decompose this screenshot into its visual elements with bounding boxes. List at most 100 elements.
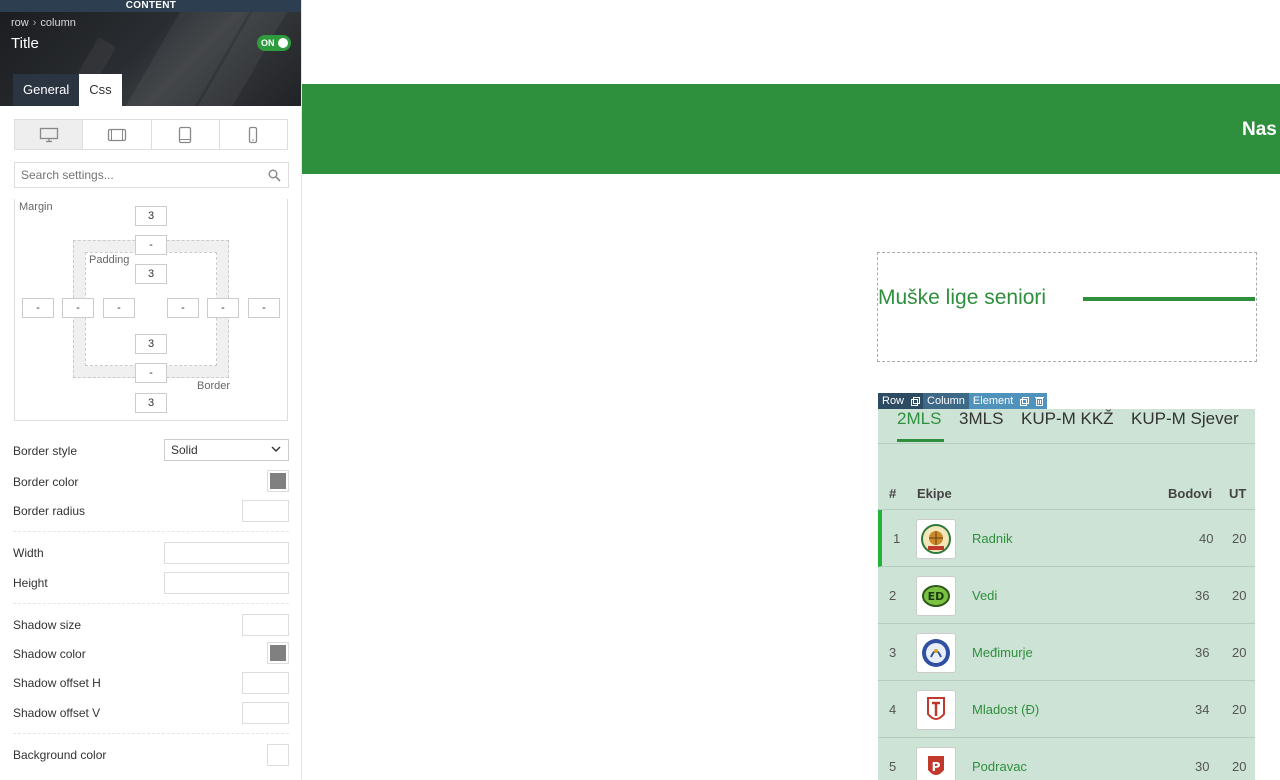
row-points: 34 [1195,702,1210,717]
title-element[interactable]: Muške lige seniori [877,252,1257,362]
padding-left-input[interactable]: - [103,298,135,318]
row-team[interactable]: Međimurje [972,645,1033,660]
background-color-swatch[interactable] [267,744,289,766]
search-input[interactable] [15,163,288,187]
header-rank: # [889,486,897,501]
border-right-input[interactable]: - [207,298,239,318]
border-style-select[interactable]: Solid [164,439,289,461]
breadcrumb-column[interactable]: column [40,17,75,29]
copy-icon [1020,396,1030,406]
divider [13,603,289,604]
team-logo: ED [916,576,956,616]
shadow-size-input[interactable] [242,614,289,636]
margin-bottom-input[interactable]: 3 [135,393,167,413]
row-rank: 4 [889,702,897,717]
breadcrumb: row › column [11,17,76,29]
margin-left-input[interactable]: - [22,298,54,318]
nav-item[interactable]: Nas [1242,119,1277,141]
panel-tabs: General Css [13,74,122,106]
border-style-label: Border style [13,444,78,458]
border-color-value [270,473,286,489]
tab-css[interactable]: Css [79,74,122,106]
visibility-toggle[interactable]: ON [257,35,291,51]
row-team[interactable]: Radnik [972,531,1012,546]
margin-right-input[interactable]: - [248,298,280,318]
tablet-portrait-icon [178,126,192,143]
height-input[interactable] [164,572,289,594]
row-games: 20 [1232,645,1247,660]
border-top-input[interactable]: - [135,235,167,255]
toggle-knob [278,38,288,48]
panel-title: Title [11,35,39,52]
device-desktop[interactable] [15,120,84,149]
width-input[interactable] [164,542,289,564]
toolbar-column-button[interactable]: Column [923,393,969,409]
height-label: Height [13,576,48,590]
shadow-color-value [270,645,286,661]
breadcrumb-row[interactable]: row [11,17,29,29]
padding-bottom-input[interactable]: 3 [135,334,167,354]
basketball-crest-icon [921,524,951,554]
table-row[interactable]: 4 Mladost (Đ) 34 20 [878,681,1255,738]
shadow-offset-v-label: Shadow offset V [13,706,101,720]
podravac-crest-icon: P [928,756,944,775]
device-mobile[interactable] [220,120,287,149]
row-points: 40 [1199,531,1214,546]
svg-text:P: P [932,760,941,774]
border-radius-label: Border radius [13,504,86,518]
table-row[interactable]: 1 Radnik 40 20 [878,510,1255,567]
row-team[interactable]: Mladost (Đ) [972,702,1039,717]
toolbar-row-button[interactable]: Row [878,393,909,409]
margin-top-input[interactable]: 3 [135,206,167,226]
mladost-crest-icon [927,697,945,720]
device-tablet-landscape[interactable] [83,120,152,149]
device-tablet-portrait[interactable] [152,120,220,149]
padding-top-input[interactable]: 3 [135,264,167,284]
team-logo [916,633,956,673]
toolbar-row-duplicate[interactable] [908,393,924,409]
row-team[interactable]: Podravac [972,759,1027,774]
panel-top-label: CONTENT [0,0,301,12]
shadow-offset-h-input[interactable] [242,672,289,694]
border-bottom-input[interactable]: - [135,363,167,383]
shadow-offset-v-input[interactable] [242,702,289,724]
trash-icon [1035,397,1045,406]
chevron-down-icon [271,446,281,452]
search-icon[interactable] [268,169,281,182]
border-color-swatch[interactable] [267,470,289,492]
background-color-label: Background color [13,748,107,762]
tab-general[interactable]: General [13,74,80,106]
app: CONTENT row › column Title ON General Css [0,0,1280,780]
row-points: 36 [1195,588,1210,603]
padding-right-input[interactable]: - [167,298,199,318]
standings-widget: 2MLS 3MLS KUP-M KKŽ KUP-M Sjever # Ekipe… [878,409,1255,780]
toolbar-element-delete[interactable] [1032,393,1048,409]
device-switcher [14,119,288,150]
tab-2mls[interactable]: 2MLS [897,409,945,442]
header-points: Bodovi [1168,486,1213,501]
border-color-label: Border color [13,475,79,489]
border-left-input[interactable]: - [62,298,94,318]
shadow-color-swatch[interactable] [267,642,289,664]
title-underline [1083,297,1255,301]
table-row[interactable]: 3 Međimurje 36 20 [878,624,1255,681]
table-row[interactable]: 5 P Podravac 30 20 [878,738,1255,780]
toolbar-element-duplicate[interactable] [1017,393,1033,409]
tab-3mls[interactable]: 3MLS [959,409,1003,429]
border-style-value: Solid [171,443,198,457]
svg-text:ED: ED [928,590,945,603]
breadcrumb-separator: › [32,17,37,29]
border-radius-input[interactable] [242,500,289,522]
tab-kup-m-kkz[interactable]: KUP-M KKŽ [1021,409,1114,429]
row-team[interactable]: Vedi [972,588,997,603]
medimurje-crest-icon [922,639,950,667]
toolbar-element-button[interactable]: Element [968,393,1018,409]
shadow-color-label: Shadow color [13,647,86,661]
tab-kup-m-sjever[interactable]: KUP-M Sjever [1131,409,1239,429]
table-row[interactable]: 2 ED Vedi 36 20 [878,567,1255,624]
row-points: 30 [1195,759,1210,774]
margin-label: Margin [19,201,53,213]
mobile-icon [249,126,258,143]
header-team: Ekipe [917,486,952,501]
section-title: Muške lige seniori [878,286,1047,309]
